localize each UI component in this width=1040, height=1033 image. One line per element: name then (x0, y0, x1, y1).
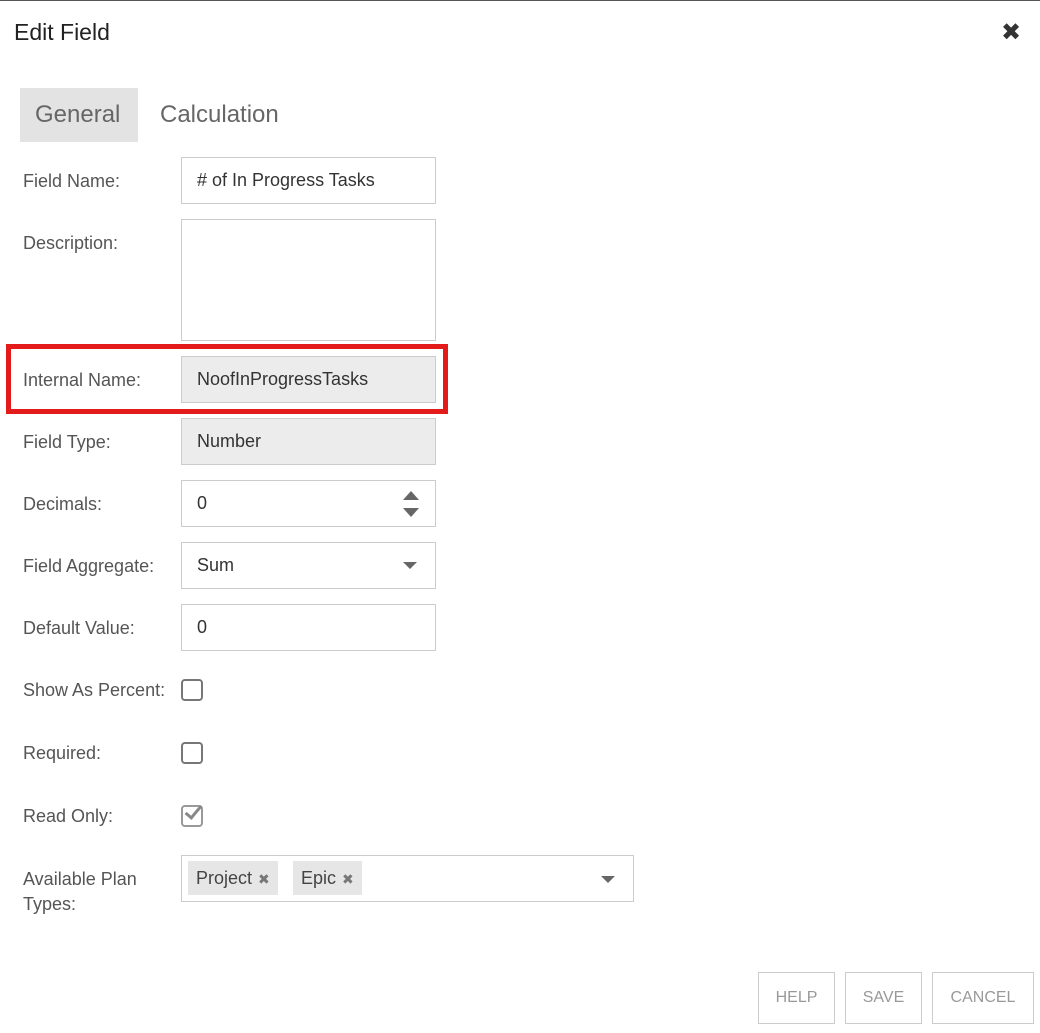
save-button[interactable]: SAVE (845, 972, 922, 1024)
show-as-percent-checkbox[interactable] (181, 679, 203, 701)
plan-types-multiselect[interactable]: Project ✖ Epic ✖ (181, 855, 634, 902)
remove-tag-icon[interactable]: ✖ (258, 871, 270, 887)
close-icon[interactable]: ✖ (996, 18, 1026, 48)
required-checkbox[interactable] (181, 742, 203, 764)
checkmark-icon (184, 801, 203, 820)
chevron-down-icon[interactable] (601, 876, 615, 883)
tag-label: Epic (301, 868, 337, 888)
read-only-checkbox[interactable] (181, 801, 203, 827)
chevron-down-icon[interactable] (403, 562, 417, 569)
field-aggregate-label: Field Aggregate: (23, 556, 155, 576)
default-value-input[interactable]: 0 (181, 604, 436, 651)
field-aggregate-select[interactable]: Sum (181, 542, 436, 589)
remove-tag-icon[interactable]: ✖ (342, 871, 354, 887)
dialog-title: Edit Field (14, 19, 110, 45)
required-label: Required: (23, 743, 102, 763)
plan-types-label-line1: Available Plan (23, 869, 137, 889)
plan-types-label-line2: Types: (23, 894, 77, 914)
decimals-label: Decimals: (23, 494, 103, 514)
read-only-label: Read Only: (23, 806, 114, 826)
tab-calculation[interactable]: Calculation (145, 88, 294, 142)
field-type-field: Number (181, 418, 436, 465)
field-type-label: Field Type: (23, 432, 111, 452)
field-aggregate-value: Sum (197, 555, 235, 575)
internal-name-field: NoofInProgressTasks (181, 356, 436, 403)
tab-general[interactable]: General (20, 88, 138, 142)
cancel-button[interactable]: CANCEL (932, 972, 1034, 1024)
description-label: Description: (23, 233, 119, 253)
top-border (0, 0, 1040, 1)
spinner-arrows[interactable] (403, 491, 419, 517)
field-name-input[interactable]: # of In Progress Tasks (181, 157, 436, 204)
tag-epic: Epic ✖ (293, 861, 362, 895)
decrement-icon[interactable] (403, 508, 419, 517)
show-as-percent-label: Show As Percent: (23, 680, 166, 700)
description-textarea[interactable] (181, 219, 436, 341)
field-name-label: Field Name: (23, 171, 121, 191)
tag-label: Project (196, 868, 253, 888)
default-value-label: Default Value: (23, 618, 135, 638)
decimals-value: 0 (197, 493, 208, 513)
decimals-stepper[interactable]: 0 (181, 480, 436, 527)
tag-project: Project ✖ (188, 861, 278, 895)
help-button[interactable]: HELP (758, 972, 835, 1024)
internal-name-label: Internal Name: (23, 370, 142, 390)
increment-icon[interactable] (403, 491, 419, 500)
